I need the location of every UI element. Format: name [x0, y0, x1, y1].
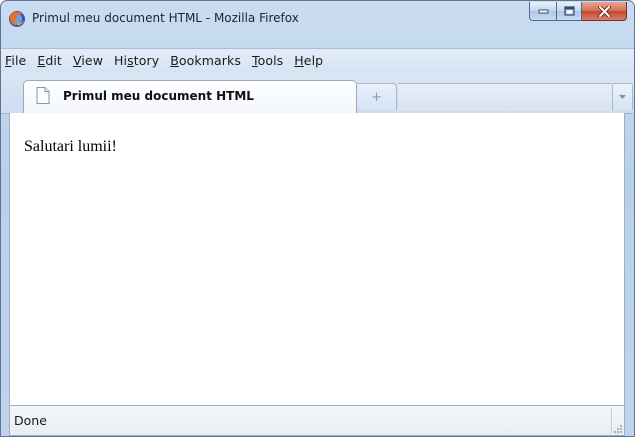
- chevron-down-icon: [619, 95, 626, 99]
- status-divider: [611, 408, 612, 433]
- caption-buttons: [529, 2, 627, 21]
- menu-bookmarks[interactable]: Bookmarks: [170, 53, 241, 68]
- menu-view[interactable]: View: [73, 53, 103, 68]
- plus-icon: +: [371, 89, 382, 105]
- menu-edit[interactable]: Edit: [37, 53, 62, 68]
- list-all-tabs-button[interactable]: [612, 83, 633, 110]
- maximize-icon: [563, 6, 575, 16]
- close-button[interactable]: [582, 2, 627, 21]
- menu-history[interactable]: History: [114, 53, 159, 68]
- status-bar: Done: [9, 405, 625, 436]
- status-text: Done: [14, 413, 47, 428]
- close-icon: [597, 5, 611, 17]
- new-tab-button[interactable]: +: [357, 83, 397, 110]
- menu-bar: File Edit View History Bookmarks Tools H…: [1, 48, 634, 72]
- menu-tools[interactable]: Tools: [252, 53, 283, 68]
- document-icon: [36, 87, 50, 104]
- minimize-icon: [538, 9, 548, 14]
- maximize-button[interactable]: [556, 2, 582, 21]
- window-title: Primul meu document HTML - Mozilla Firef…: [32, 11, 299, 25]
- resize-grip-icon[interactable]: [613, 424, 623, 434]
- tab-title: Primul meu document HTML: [63, 89, 254, 103]
- firefox-icon[interactable]: [8, 10, 26, 28]
- browser-window: Primul meu document HTML - Mozilla Firef…: [0, 0, 635, 437]
- tab-bar: Primul meu document HTML +: [1, 72, 634, 114]
- page-body-text: Salutari lumii!: [24, 138, 117, 155]
- menu-file[interactable]: File: [5, 53, 26, 68]
- tab-strip-empty: [398, 83, 612, 111]
- tab-active[interactable]: Primul meu document HTML: [23, 80, 357, 114]
- page-content[interactable]: Salutari lumii!: [9, 113, 625, 405]
- title-bar[interactable]: Primul meu document HTML - Mozilla Firef…: [1, 1, 634, 47]
- minimize-button[interactable]: [529, 2, 556, 21]
- menu-help[interactable]: Help: [294, 53, 323, 68]
